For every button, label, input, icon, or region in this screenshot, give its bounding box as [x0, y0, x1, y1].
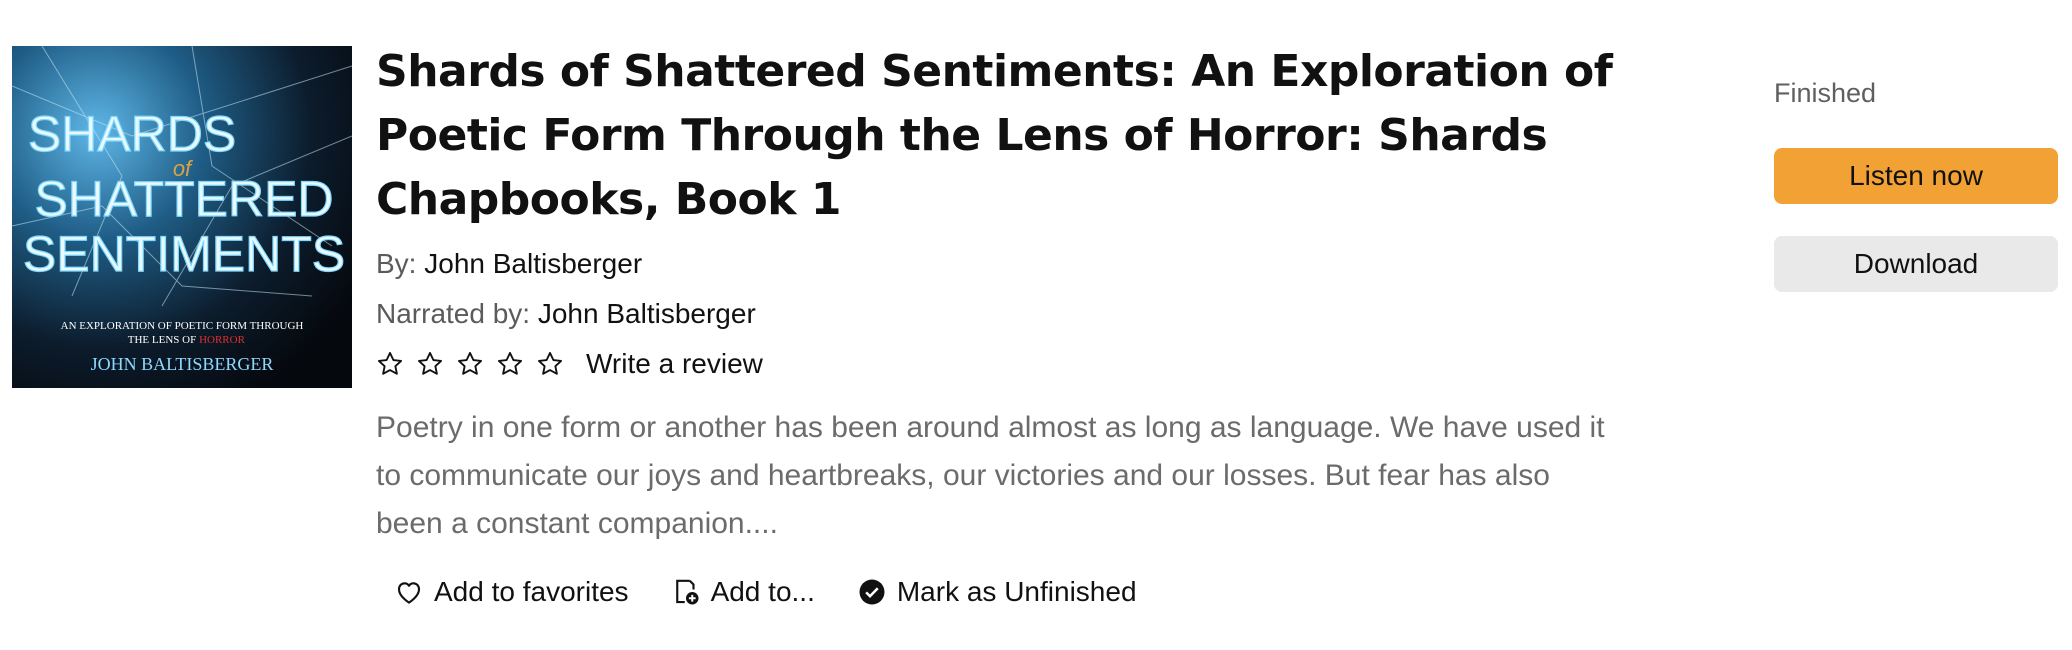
narrator-label: Narrated by: — [376, 298, 531, 329]
add-to-label: Add to... — [710, 576, 815, 607]
star-icon[interactable] — [536, 350, 564, 378]
add-to-favorites-button[interactable]: Add to favorites — [394, 576, 629, 608]
mark-as-unfinished-button[interactable]: Mark as Unfinished — [857, 576, 1137, 608]
star-icon[interactable] — [496, 350, 524, 378]
add-to-button[interactable]: Add to... — [671, 576, 815, 608]
author-link[interactable]: John Baltisberger — [424, 248, 642, 279]
rating-row: Write a review — [376, 346, 1616, 382]
book-cover[interactable]: SHARDS of SHATTERED SENTIMENTS AN EXPLOR… — [12, 46, 352, 388]
star-icon[interactable] — [376, 350, 404, 378]
heart-icon — [397, 582, 421, 604]
cover-art: SHARDS of SHATTERED SENTIMENTS AN EXPLOR… — [12, 46, 352, 388]
listen-now-button[interactable]: Listen now — [1774, 148, 2058, 204]
cover-title-line3: SHATTERED — [34, 171, 333, 227]
action-bar: Add to favorites Add to... Mark as Unfin… — [394, 576, 1616, 608]
listening-status: Finished — [1774, 78, 1877, 108]
add-to-library-icon — [675, 579, 699, 605]
cover-subtitle-a: AN EXPLORATION OF POETIC FORM THROUGH — [61, 320, 304, 332]
download-button[interactable]: Download — [1774, 236, 2058, 292]
check-circle-icon — [859, 579, 885, 605]
narrator-link[interactable]: John Baltisberger — [538, 298, 756, 329]
star-icon[interactable] — [456, 350, 484, 378]
write-review-link[interactable]: Write a review — [586, 348, 763, 380]
cover-author: JOHN BALTISBERGER — [91, 354, 274, 374]
author-line: By: John Baltisberger — [376, 246, 1616, 282]
cover-subtitle-b: THE LENS OF — [128, 334, 196, 346]
book-info: Shards of Shattered Sentiments: An Explo… — [376, 40, 1616, 608]
mark-as-unfinished-label: Mark as Unfinished — [896, 576, 1137, 607]
book-summary: Poetry in one form or another has been a… — [376, 411, 1605, 540]
author-label: By: — [376, 248, 417, 279]
narrator-line: Narrated by: John Baltisberger — [376, 296, 1616, 332]
cover-title-line4: SENTIMENTS — [23, 226, 345, 282]
cover-title-line1: SHARDS — [28, 106, 236, 162]
add-to-favorites-label: Add to favorites — [434, 576, 629, 607]
book-title[interactable]: Shards of Shattered Sentiments: An Explo… — [376, 40, 1616, 232]
star-icon[interactable] — [416, 350, 444, 378]
cover-subtitle-c: HORROR — [199, 334, 246, 346]
side-panel: Finished Listen now Download — [1774, 78, 2058, 292]
